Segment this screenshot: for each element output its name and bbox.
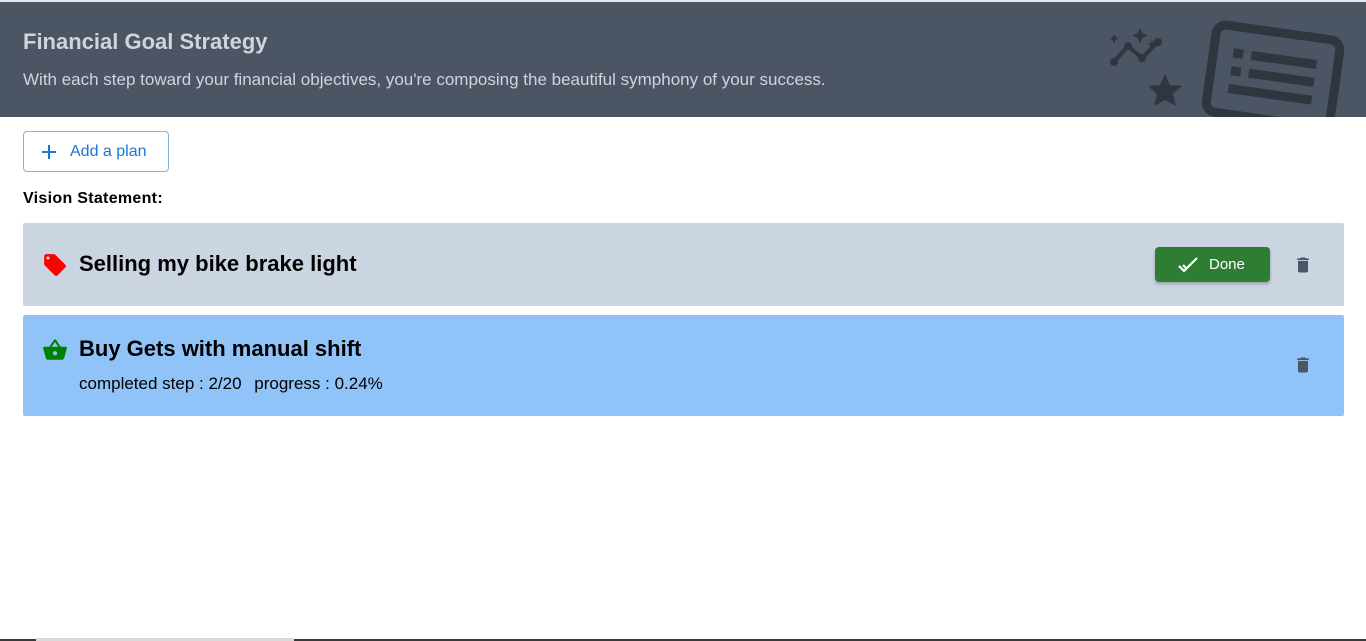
page-title: Financial Goal Strategy — [23, 29, 268, 54]
plan-title: Selling my bike brake light — [79, 251, 357, 276]
vision-statement-label: Vision Statement: — [23, 190, 163, 207]
done-button[interactable]: Done — [1155, 247, 1270, 282]
plan-card[interactable]: Selling my bike brake light Done — [23, 223, 1344, 306]
add-plan-button[interactable]: Add a plan — [23, 131, 169, 172]
completed-step-text: completed step : 2/20 — [79, 374, 242, 393]
plan-progress-info: completed step : 2/20 progress : 0.24% — [79, 374, 383, 394]
trash-icon[interactable] — [1293, 354, 1313, 376]
plan-title: Buy Gets with manual shift — [79, 336, 362, 361]
progress-text: progress : 0.24% — [254, 374, 383, 393]
done-button-label: Done — [1209, 256, 1245, 273]
planning-illustration-icon — [1109, 20, 1345, 117]
basket-icon — [43, 339, 67, 360]
tag-icon — [44, 254, 66, 276]
double-check-icon — [1178, 256, 1198, 273]
plan-card[interactable]: Buy Gets with manual shift completed ste… — [23, 315, 1344, 416]
trash-icon[interactable] — [1293, 254, 1313, 276]
add-plan-label: Add a plan — [70, 142, 147, 160]
plus-icon — [42, 144, 56, 159]
page-subtitle: With each step toward your financial obj… — [23, 70, 826, 89]
page-header: Financial Goal Strategy With each step t… — [0, 0, 1366, 117]
